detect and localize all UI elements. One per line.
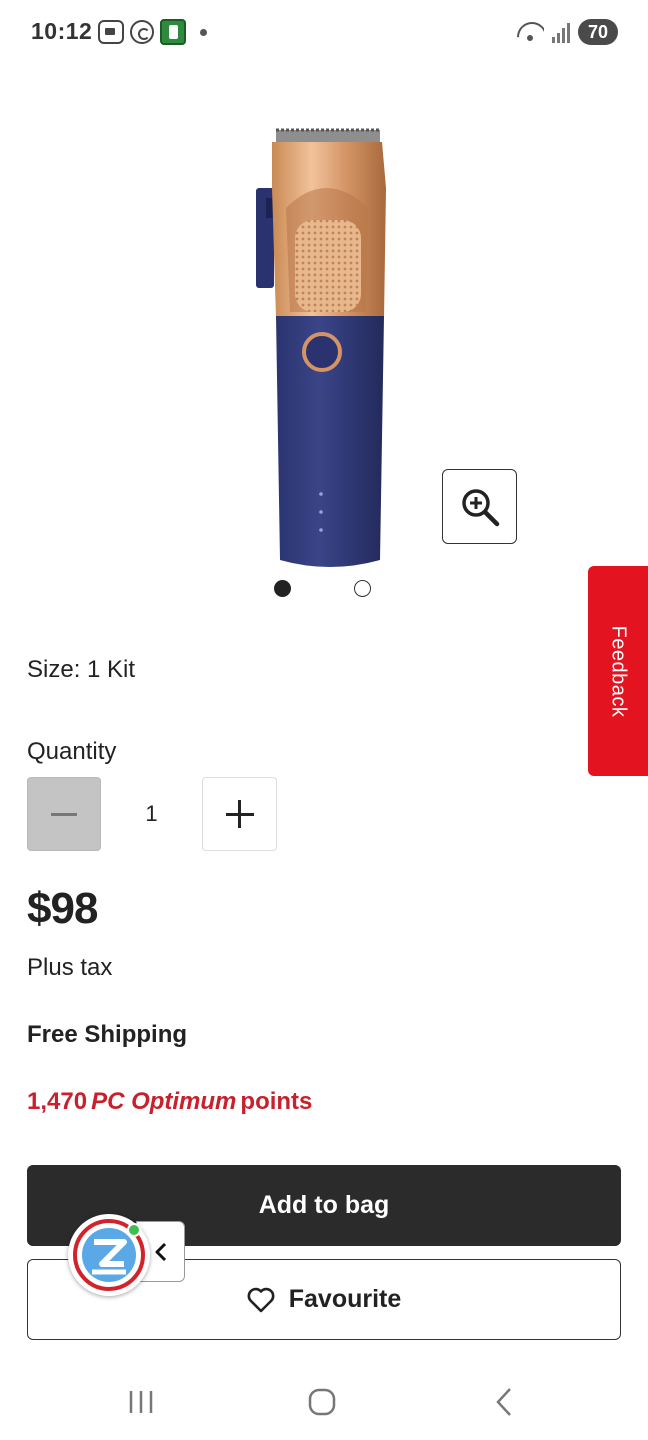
battery-indicator: 70 bbox=[578, 19, 618, 45]
assistant-logo-icon bbox=[73, 1219, 145, 1291]
quantity-value[interactable]: 1 bbox=[101, 777, 202, 851]
carousel-dot-1[interactable] bbox=[274, 580, 291, 597]
quantity-increase-button[interactable] bbox=[202, 777, 277, 851]
heart-icon bbox=[247, 1287, 275, 1312]
recent-apps-icon bbox=[129, 1391, 153, 1413]
assistant-bubble[interactable] bbox=[68, 1214, 150, 1296]
system-nav-bar bbox=[0, 1360, 648, 1440]
status-icons-right: 70 bbox=[516, 18, 618, 46]
product-image[interactable] bbox=[240, 128, 400, 574]
back-button[interactable] bbox=[480, 1382, 528, 1422]
quantity-label: Quantity bbox=[27, 738, 117, 765]
back-icon bbox=[496, 1388, 511, 1416]
status-icons-left bbox=[98, 18, 207, 46]
wifi-icon bbox=[516, 20, 544, 44]
recent-apps-button[interactable] bbox=[117, 1382, 165, 1422]
quantity-decrease-button[interactable] bbox=[27, 777, 101, 851]
chevron-left-icon bbox=[155, 1242, 166, 1261]
app-notification-icon bbox=[160, 19, 186, 45]
product-price: $98 bbox=[27, 884, 98, 933]
zoom-button[interactable] bbox=[442, 469, 517, 544]
loyalty-points: 1,470 PC Optimum points bbox=[27, 1088, 312, 1116]
favourite-label: Favourite bbox=[288, 1285, 402, 1313]
points-suffix: points bbox=[240, 1088, 313, 1115]
signal-icon bbox=[552, 21, 570, 43]
home-icon bbox=[308, 1388, 336, 1416]
size-label: Size: 1 Kit bbox=[27, 656, 136, 683]
add-to-bag-label: Add to bag bbox=[258, 1191, 390, 1219]
carousel-dot-2[interactable] bbox=[354, 580, 371, 597]
zoom-in-icon bbox=[461, 488, 499, 526]
points-brand: PC Optimum bbox=[91, 1088, 237, 1115]
feedback-label: Feedback bbox=[607, 625, 630, 717]
status-time: 10:12 bbox=[31, 18, 93, 44]
points-amount: 1,470 bbox=[27, 1088, 88, 1115]
shipping-info: Free Shipping bbox=[27, 1021, 188, 1048]
screenshot-icon bbox=[98, 20, 124, 44]
image-carousel-dots bbox=[0, 580, 648, 598]
feedback-tab[interactable]: Feedback bbox=[588, 566, 648, 776]
more-notifications-dot-icon bbox=[200, 28, 207, 36]
whatsapp-icon bbox=[130, 20, 154, 44]
home-button[interactable] bbox=[298, 1382, 346, 1422]
tax-note: Plus tax bbox=[27, 954, 113, 981]
status-bar: 10:12 70 bbox=[0, 0, 648, 64]
hair-clipper-image bbox=[256, 128, 386, 567]
